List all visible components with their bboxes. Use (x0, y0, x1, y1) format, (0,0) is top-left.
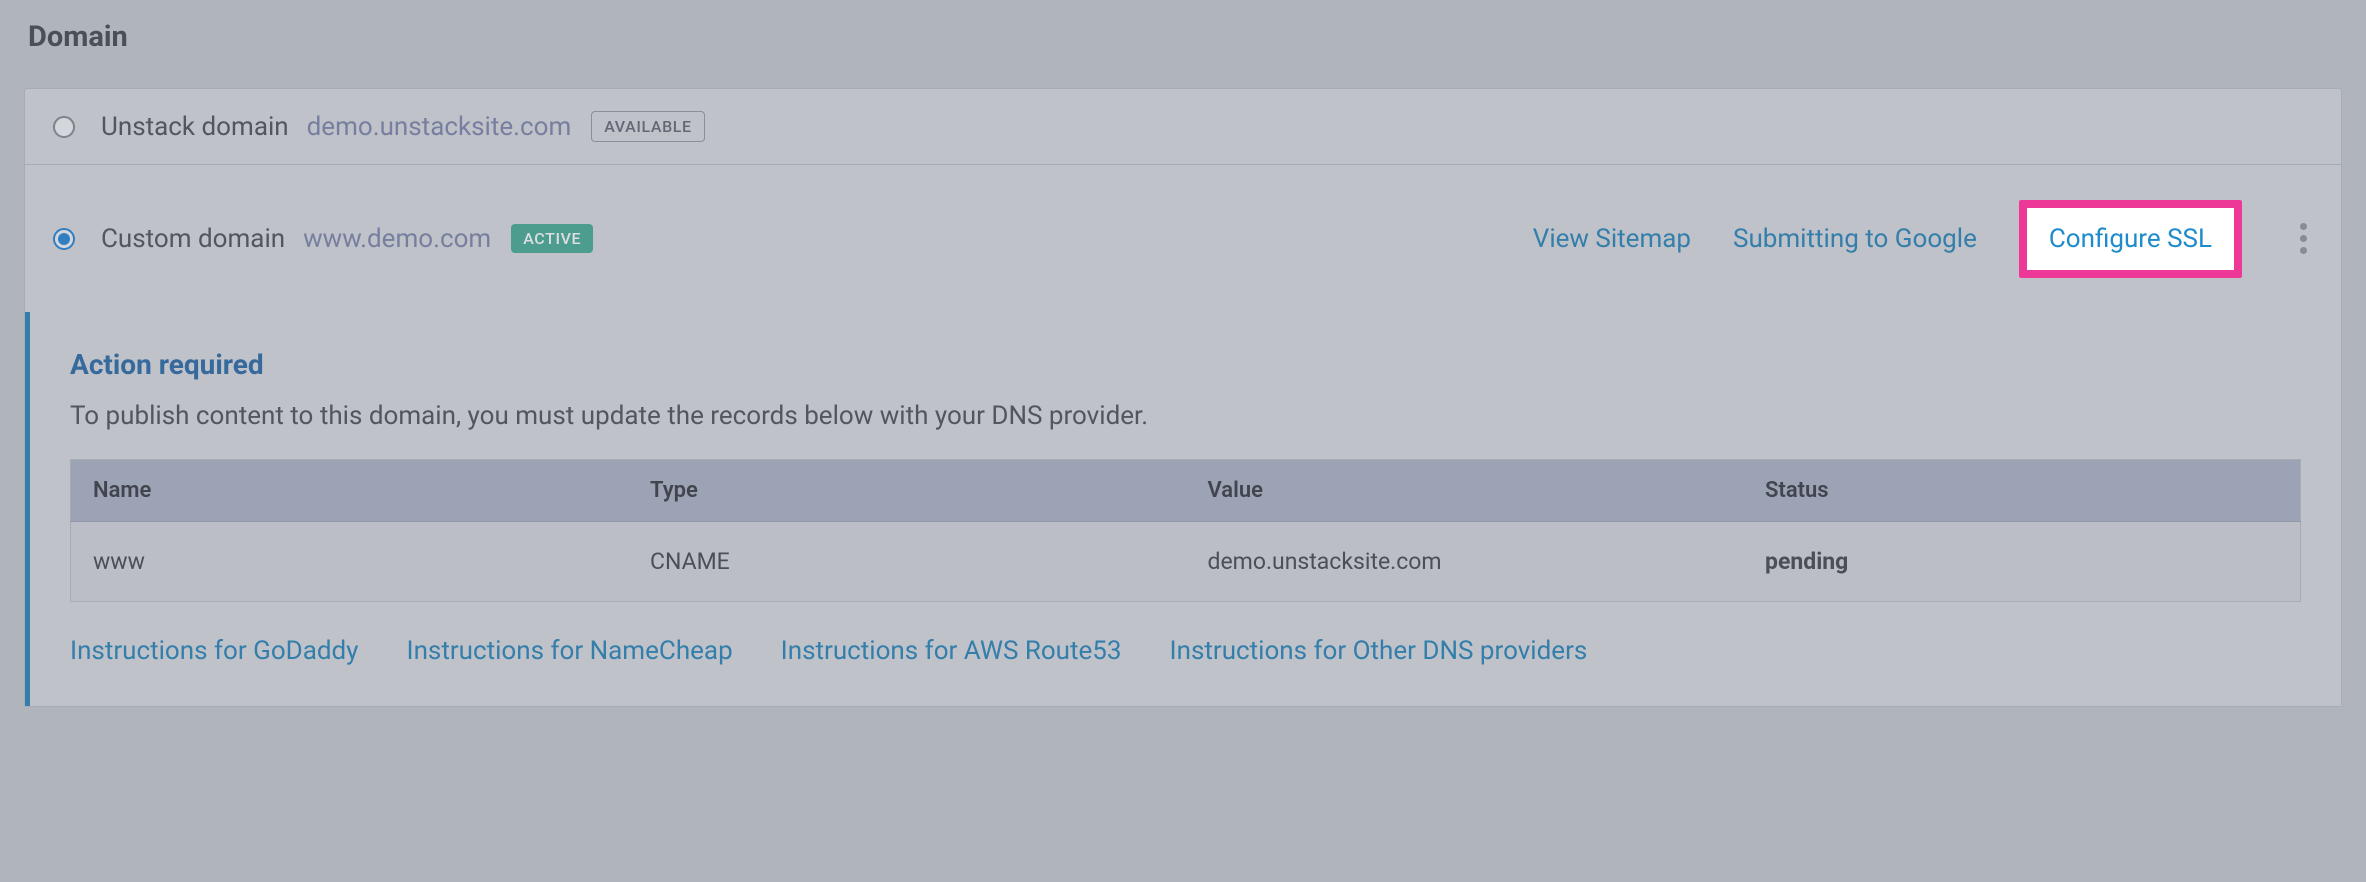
col-status-header: Status (1743, 460, 2301, 522)
instruction-links: Instructions for GoDaddy Instructions fo… (70, 636, 2301, 666)
radio-unstack[interactable] (53, 116, 75, 138)
custom-domain-row[interactable]: Custom domain www.demo.com ACTIVE View S… (25, 165, 2341, 312)
custom-domain-url: www.demo.com (303, 224, 491, 254)
configure-ssl-link[interactable]: Configure SSL (2049, 224, 2212, 254)
instructions-other-link[interactable]: Instructions for Other DNS providers (1170, 636, 1588, 666)
cell-name: www (71, 522, 629, 602)
cell-status: pending (1743, 522, 2301, 602)
cell-type: CNAME (628, 522, 1186, 602)
section-title: Domain (28, 20, 2342, 54)
unstack-domain-label: Unstack domain (101, 112, 289, 142)
unstack-domain-row[interactable]: Unstack domain demo.unstacksite.com AVAI… (25, 89, 2341, 165)
radio-custom[interactable] (53, 228, 75, 250)
domain-actions: View Sitemap Submitting to Google Config… (1533, 217, 2313, 260)
more-menu-icon[interactable] (2294, 217, 2313, 260)
available-badge: AVAILABLE (591, 111, 704, 142)
cell-value: demo.unstacksite.com (1186, 522, 1744, 602)
action-required-title: Action required (70, 348, 2301, 381)
col-type-header: Type (628, 460, 1186, 522)
instructions-route53-link[interactable]: Instructions for AWS Route53 (781, 636, 1122, 666)
unstack-domain-url: demo.unstacksite.com (307, 112, 572, 142)
domain-panel: Unstack domain demo.unstacksite.com AVAI… (24, 88, 2342, 707)
table-row: www CNAME demo.unstacksite.com pending (71, 522, 2301, 602)
view-sitemap-link[interactable]: View Sitemap (1533, 224, 1691, 254)
col-name-header: Name (71, 460, 629, 522)
action-required-panel: Action required To publish content to th… (25, 312, 2341, 706)
configure-ssl-box: Configure SSL (2019, 200, 2242, 278)
submit-google-link[interactable]: Submitting to Google (1733, 224, 1977, 254)
instructions-godaddy-link[interactable]: Instructions for GoDaddy (70, 636, 359, 666)
col-value-header: Value (1186, 460, 1744, 522)
action-required-description: To publish content to this domain, you m… (70, 401, 2301, 431)
custom-domain-label: Custom domain (101, 224, 285, 254)
table-header-row: Name Type Value Status (71, 460, 2301, 522)
instructions-namecheap-link[interactable]: Instructions for NameCheap (407, 636, 733, 666)
configure-ssl-highlight: Configure SSL (2019, 224, 2242, 254)
active-badge: ACTIVE (511, 224, 593, 253)
dns-records-table: Name Type Value Status www CNAME demo.un… (70, 459, 2301, 602)
